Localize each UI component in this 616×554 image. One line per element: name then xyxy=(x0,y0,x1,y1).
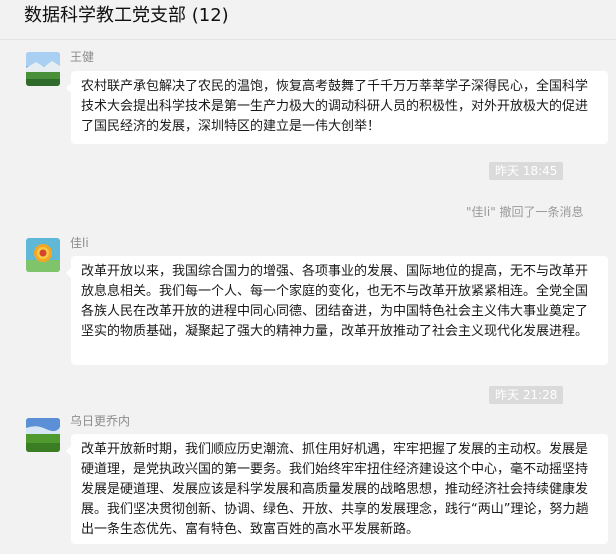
sender-name[interactable]: 乌日更乔内 xyxy=(70,414,130,428)
timestamp: 昨天 21:28 xyxy=(489,386,564,404)
timestamp: 昨天 18:45 xyxy=(489,162,564,180)
sender-name[interactable]: 王健 xyxy=(70,50,94,64)
grassland-avatar-icon xyxy=(26,418,60,452)
system-notice: "佳li" 撤回了一条消息 xyxy=(466,205,584,219)
message-bubble[interactable]: 农村联产承包解决了农民的温饱，恢复高考鼓舞了千千万万莘莘学子深得民心，全国科学技… xyxy=(66,71,608,144)
avatar[interactable] xyxy=(26,418,60,452)
chat-header: 数据科学教工党支部 (12) xyxy=(0,0,616,40)
avatar[interactable] xyxy=(26,52,60,86)
avatar[interactable] xyxy=(26,238,60,272)
message-bubble[interactable]: 改革开放以来，我国综合国力的增强、各项事业的发展、国际地位的提高，无不与改革开放… xyxy=(66,256,608,365)
sender-name[interactable]: 佳li xyxy=(70,236,89,250)
message-bubble[interactable]: 改革开放新时期，我们顺应历史潮流、抓住用好机遇，牢牢把握了发展的主动权。发展是硬… xyxy=(66,434,608,544)
chat-title[interactable]: 数据科学教工党支部 (12) xyxy=(24,4,229,28)
sunflower-avatar-icon xyxy=(26,238,60,272)
landscape-avatar-icon xyxy=(26,52,60,86)
